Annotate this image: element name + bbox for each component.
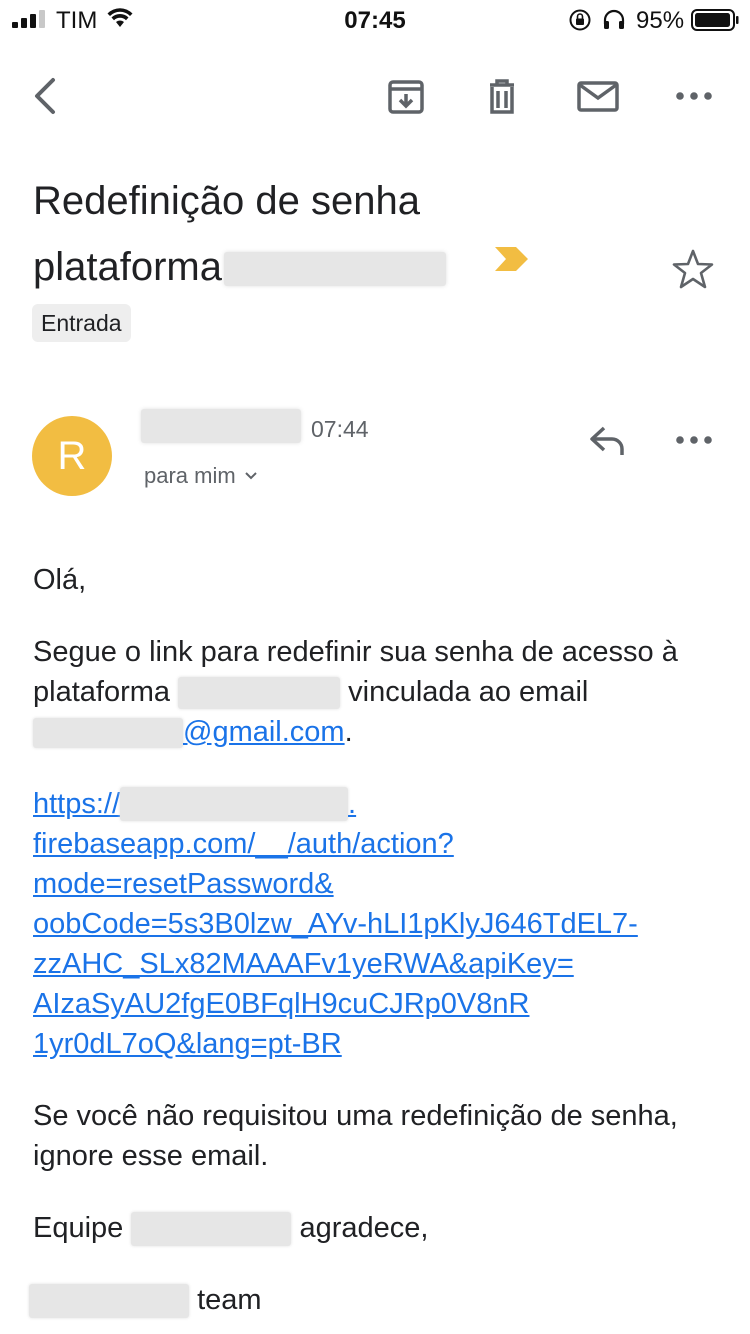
- body-text: .: [344, 716, 353, 748]
- status-bar: TIM 07:45 95%: [0, 0, 750, 40]
- signature-line: Equipe agradece,: [33, 1208, 723, 1248]
- sender-name-redacted[interactable]: [141, 409, 301, 443]
- body-text: Equipe: [33, 1212, 124, 1244]
- archive-button[interactable]: [380, 70, 432, 122]
- link-line[interactable]: https:// .: [33, 784, 723, 824]
- message-time: 07:44: [311, 416, 369, 442]
- star-icon[interactable]: [672, 248, 714, 290]
- recipients-toggle[interactable]: para mim: [144, 463, 258, 489]
- body-text: team: [197, 1284, 262, 1316]
- redacted-text: [29, 1284, 189, 1319]
- link-line[interactable]: oobCode=5s3B0lzw_AYv-hLI1pKlyJ646TdEL7-: [33, 904, 723, 944]
- body-text: agradece,: [299, 1212, 429, 1244]
- email-domain: @gmail.com: [183, 716, 345, 748]
- back-icon: [35, 78, 55, 114]
- link-line[interactable]: 1yr0dL7oQ&lang=pt-BR: [33, 1024, 723, 1064]
- email-subject: Redefinição de senha plataforma: [33, 168, 643, 300]
- subject-line-1: Redefinição de senha: [33, 179, 420, 223]
- delete-button[interactable]: [476, 70, 528, 122]
- message-more-button[interactable]: [668, 418, 720, 464]
- redacted-text: [33, 718, 183, 749]
- redacted-text: [178, 677, 341, 710]
- mail-icon: [577, 81, 619, 112]
- more-icon: [676, 436, 712, 444]
- reply-button[interactable]: [582, 418, 632, 464]
- body-text: vinculada ao email: [348, 676, 589, 708]
- subject-line-2: plataforma: [33, 234, 643, 300]
- trash-icon: [490, 79, 514, 114]
- back-button[interactable]: [20, 70, 72, 122]
- chevron-down-icon: [244, 472, 257, 480]
- link-line[interactable]: firebaseapp.com/__/auth/action?: [33, 824, 723, 864]
- important-marker-icon[interactable]: [494, 246, 530, 272]
- redacted-text: [120, 787, 349, 821]
- email-body: Olá, Segue o link para redefinir sua sen…: [29, 560, 723, 1320]
- mark-unread-button[interactable]: [572, 70, 624, 122]
- team-line: team: [29, 1280, 723, 1320]
- sender-avatar[interactable]: R: [32, 416, 112, 496]
- link-text: https://: [33, 788, 121, 820]
- body-paragraph-1: Segue o link para redefinir sua senha de…: [33, 632, 723, 752]
- reply-icon: [590, 426, 624, 455]
- link-text: .: [348, 788, 357, 820]
- battery-percent: 95%: [636, 7, 685, 34]
- label-chip[interactable]: Entrada: [32, 304, 131, 342]
- email-address-link[interactable]: @gmail.com: [33, 716, 345, 749]
- redacted-text: [223, 252, 446, 286]
- link-line[interactable]: zzAHC_SLx82MAAAFv1yeRWA&apiKey=: [33, 944, 723, 984]
- reset-password-link[interactable]: https:// . firebaseapp.com/__/auth/actio…: [33, 784, 723, 1064]
- link-line[interactable]: AIzaSyAU2fgE0BFqlH9cuCJRp0V8nR: [33, 984, 723, 1024]
- link-line[interactable]: mode=resetPassword&: [33, 864, 723, 904]
- headphones-icon: [603, 9, 625, 29]
- redacted-text: [131, 1212, 292, 1247]
- more-options-button[interactable]: [668, 70, 720, 122]
- rotation-lock-icon: [569, 9, 591, 31]
- more-icon: [676, 92, 712, 100]
- battery-icon: [691, 9, 739, 31]
- body-paragraph-3: Se você não requisitou uma redefinição d…: [33, 1100, 678, 1172]
- recipients-label: para mim: [144, 463, 236, 488]
- greeting: Olá,: [33, 564, 87, 596]
- subject-text: plataforma: [33, 245, 222, 289]
- archive-icon: [388, 80, 424, 114]
